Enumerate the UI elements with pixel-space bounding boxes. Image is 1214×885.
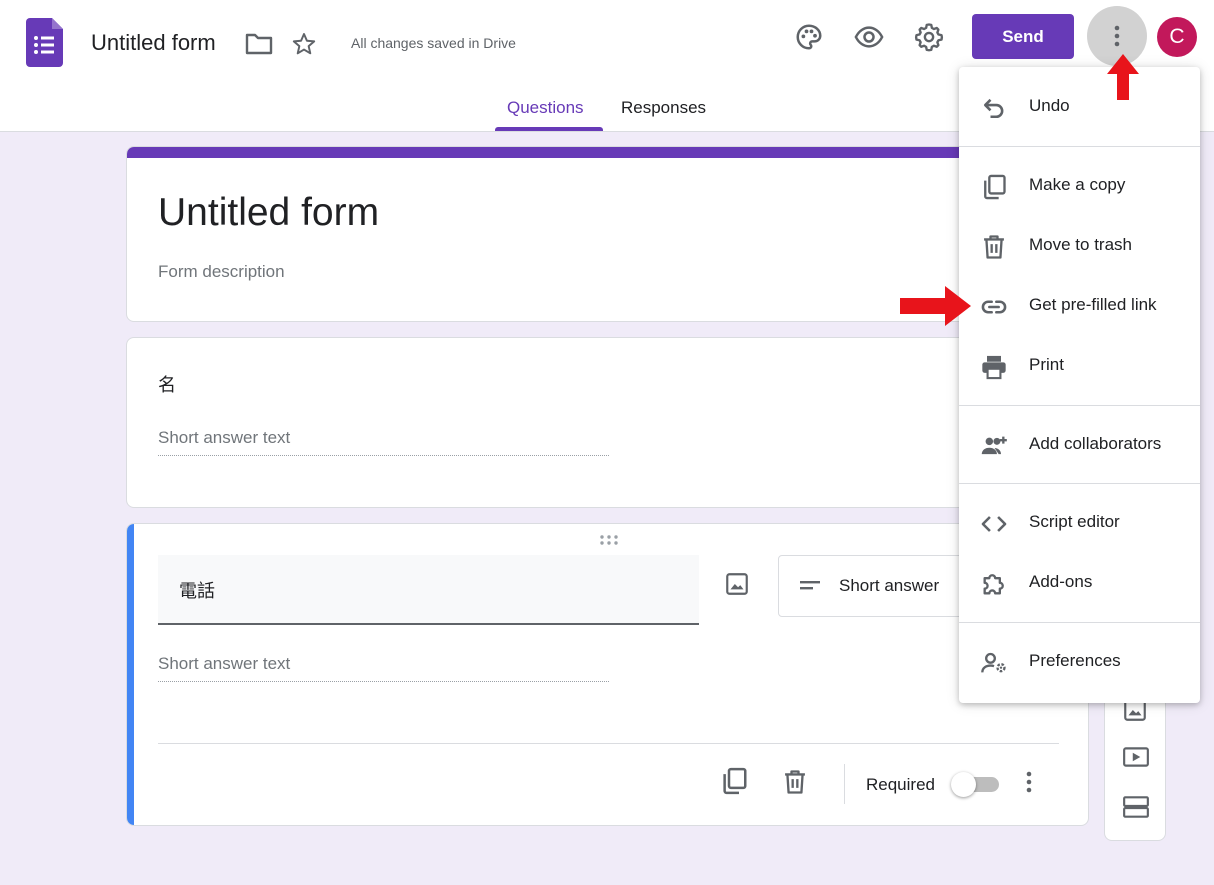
document-title[interactable]: Untitled form (91, 30, 216, 56)
add-image-icon[interactable] (724, 571, 750, 597)
question-more-vert-icon[interactable] (1025, 770, 1033, 794)
folder-icon[interactable] (245, 32, 273, 56)
active-indicator-bar (127, 524, 134, 825)
menu-separator (959, 622, 1200, 623)
trash-icon (984, 235, 1004, 259)
menu-item-label: Preferences (1029, 651, 1121, 670)
save-status: All changes saved in Drive (351, 35, 516, 51)
tab-responses[interactable]: Responses (621, 98, 706, 118)
annotation-arrow-right-icon (900, 286, 971, 326)
question-title: 電話 (179, 581, 215, 601)
menu-item-label: Get pre-filled link (1029, 295, 1157, 314)
print-icon (982, 355, 1006, 380)
palette-icon[interactable] (794, 22, 824, 52)
duplicate-icon[interactable] (719, 766, 749, 796)
undo-icon (983, 98, 1004, 119)
drag-handle-icon[interactable] (599, 534, 619, 546)
settings-gear-icon[interactable] (914, 22, 944, 52)
menu-item-get-pre-filled-link[interactable]: Get pre-filled link (959, 280, 1200, 332)
menu-item-label: Add-ons (1029, 572, 1093, 591)
theme-color-bar (127, 147, 1088, 158)
menu-item-label: Undo (1029, 96, 1070, 115)
copy-icon (984, 174, 1006, 200)
question-title: 名 (158, 375, 176, 395)
add-video-icon[interactable] (1122, 744, 1150, 770)
short-text-icon (800, 581, 820, 590)
required-label: Required (866, 775, 935, 794)
menu-item-make-a-copy[interactable]: Make a copy (959, 160, 1200, 212)
menu-item-label: Script editor (1029, 512, 1120, 531)
star-icon[interactable] (291, 31, 317, 57)
form-title[interactable]: Untitled form (158, 191, 379, 235)
add-people-icon (981, 436, 1007, 455)
more-options-menu: Undo Make a copy Move to trash Get pre-f… (959, 67, 1200, 703)
menu-item-script-editor[interactable]: Script editor (959, 497, 1200, 549)
menu-item-undo[interactable]: Undo (959, 81, 1200, 133)
short-answer-placeholder: Short answer text (158, 654, 609, 682)
delete-icon[interactable] (781, 768, 809, 796)
menu-item-label: Move to trash (1029, 235, 1132, 254)
preview-eye-icon[interactable] (854, 22, 884, 52)
add-section-icon[interactable] (1122, 794, 1150, 820)
menu-item-add-collaborators[interactable]: Add collaborators (959, 419, 1200, 471)
link-icon (981, 300, 1007, 314)
menu-item-label: Print (1029, 355, 1064, 374)
footer-divider (158, 743, 1059, 744)
menu-separator (959, 405, 1200, 406)
menu-item-move-to-trash[interactable]: Move to trash (959, 220, 1200, 272)
menu-separator (959, 483, 1200, 484)
question-type-label: Short answer (839, 576, 940, 595)
short-answer-placeholder: Short answer text (158, 428, 609, 456)
account-avatar[interactable]: C (1157, 17, 1197, 57)
code-icon (981, 516, 1007, 532)
required-toggle-thumb[interactable] (951, 772, 976, 797)
question-title-input[interactable]: 電話 (158, 555, 699, 625)
footer-vertical-divider (844, 764, 845, 804)
annotation-arrow-up-icon (1107, 54, 1139, 100)
puzzle-icon (983, 574, 1004, 595)
menu-item-preferences[interactable]: Preferences (959, 636, 1200, 688)
menu-item-print[interactable]: Print (959, 340, 1200, 392)
send-button[interactable]: Send (972, 14, 1074, 59)
person-settings-icon (981, 652, 1006, 673)
form-description-field[interactable]: Form description (158, 262, 285, 282)
active-tab-indicator (495, 127, 603, 131)
forms-logo-icon[interactable] (26, 18, 63, 67)
menu-item-label: Add collaborators (1029, 434, 1162, 453)
menu-item-add-ons[interactable]: Add-ons (959, 557, 1200, 609)
question-card[interactable]: 名 Short answer text (126, 337, 1089, 508)
tab-questions[interactable]: Questions (507, 98, 584, 118)
menu-item-label: Make a copy (1029, 175, 1126, 194)
more-vert-icon (1114, 25, 1120, 47)
menu-separator (959, 146, 1200, 147)
active-question-card[interactable]: 電話 Short answer Short answer text Requir… (126, 523, 1089, 826)
